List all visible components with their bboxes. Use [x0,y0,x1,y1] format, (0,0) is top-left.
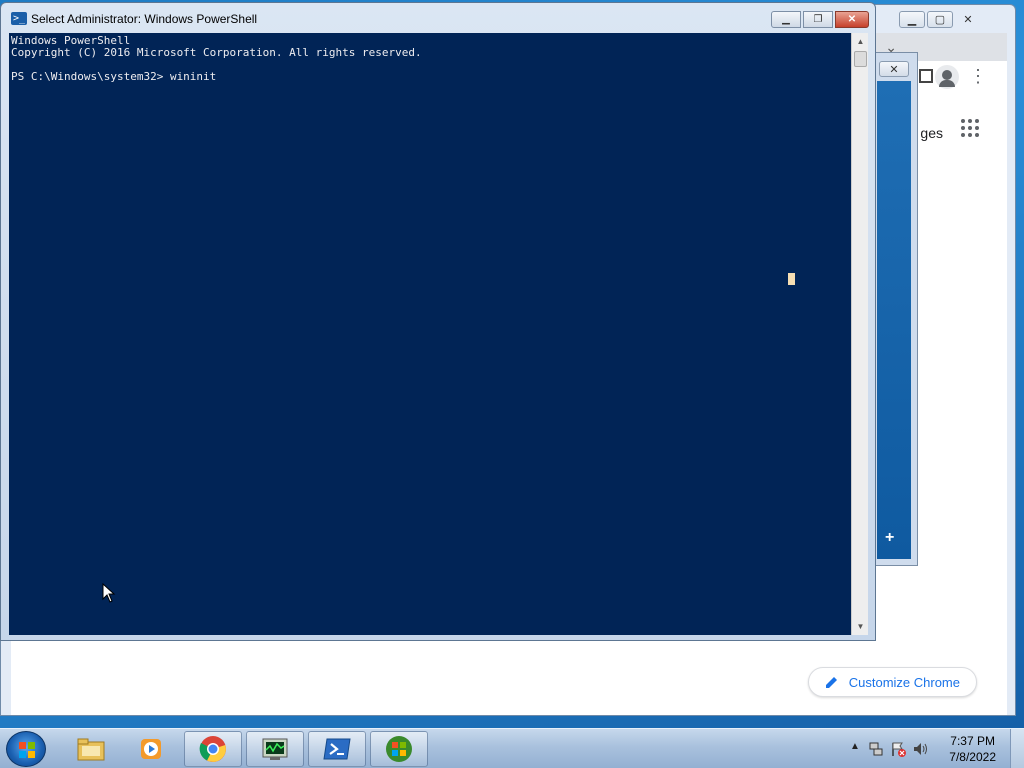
taskbar-chrome[interactable] [184,731,242,767]
taskbar-media-player[interactable] [122,731,180,767]
chrome-maximize-button[interactable]: ▢ [927,11,953,28]
chrome-minimize-button[interactable]: ▁ [899,11,925,28]
powershell-icon [323,738,351,760]
show-hidden-icons-icon[interactable]: ▲ [850,741,860,752]
customize-chrome-label: Customize Chrome [848,674,960,690]
media-player-icon [141,739,161,759]
console-line: Copyright (C) 2016 Microsoft Corporation… [11,46,422,59]
vertical-scrollbar[interactable]: ▲ ▼ [851,33,868,635]
images-link[interactable]: ges [920,125,943,141]
minimize-button[interactable]: ▁ [771,11,801,28]
window-title: Select Administrator: Windows PowerShell [31,12,258,26]
background-window-close-button[interactable]: ✕ [879,61,909,77]
customize-chrome-button[interactable]: Customize Chrome [807,667,977,697]
console-output[interactable]: Windows PowerShell Copyright (C) 2016 Mi… [9,33,851,635]
chrome-window-controls: ▁ ▢ ✕ [895,5,1015,33]
windows-orb-icon [386,736,412,762]
clock-date: 7/8/2022 [949,750,996,764]
show-desktop-button[interactable] [1010,729,1024,768]
task-manager-icon [262,738,288,760]
mouse-pointer-icon [102,583,116,603]
folder-icon [77,738,105,761]
pencil-icon [825,677,837,688]
plus-icon[interactable]: + [885,529,894,547]
scroll-down-arrow-icon[interactable]: ▼ [852,618,869,635]
close-button[interactable]: ✕ [835,11,869,28]
text-cursor [788,273,795,285]
taskbar: ▲ 7:37 PM 7/8/2022 [0,728,1024,768]
start-button[interactable] [6,731,46,767]
side-panel-icon[interactable] [919,69,933,83]
powershell-title-bar[interactable]: >_ Select Administrator: Windows PowerSh… [1,3,875,33]
maximize-button[interactable]: ❐ [803,11,833,28]
console-prompt-line: PS C:\Windows\system32> wininit [11,70,217,83]
network-icon[interactable] [868,741,884,757]
chrome-menu-icon[interactable]: ⋮ [969,67,987,85]
powershell-icon: >_ [11,12,27,25]
powershell-window: >_ Select Administrator: Windows PowerSh… [0,2,876,641]
scroll-up-arrow-icon[interactable]: ▲ [852,33,869,50]
taskbar-powershell[interactable] [308,731,366,767]
google-apps-icon[interactable] [961,119,979,137]
profile-avatar-icon[interactable] [935,65,959,89]
system-clock[interactable]: 7:37 PM 7/8/2022 [949,733,996,765]
background-window-content: + [877,81,911,559]
chrome-close-button[interactable]: ✕ [955,11,981,28]
volume-icon[interactable] [912,741,928,757]
system-tray: ▲ 7:37 PM 7/8/2022 [844,729,1024,768]
taskbar-windows-update[interactable] [370,731,428,767]
chrome-icon [199,736,226,762]
scroll-thumb[interactable] [854,51,867,67]
windows-logo-icon [19,742,35,758]
taskbar-task-manager[interactable] [246,731,304,767]
clock-time: 7:37 PM [950,734,995,748]
taskbar-file-explorer[interactable] [62,731,120,767]
action-center-flag-icon[interactable] [890,741,906,757]
